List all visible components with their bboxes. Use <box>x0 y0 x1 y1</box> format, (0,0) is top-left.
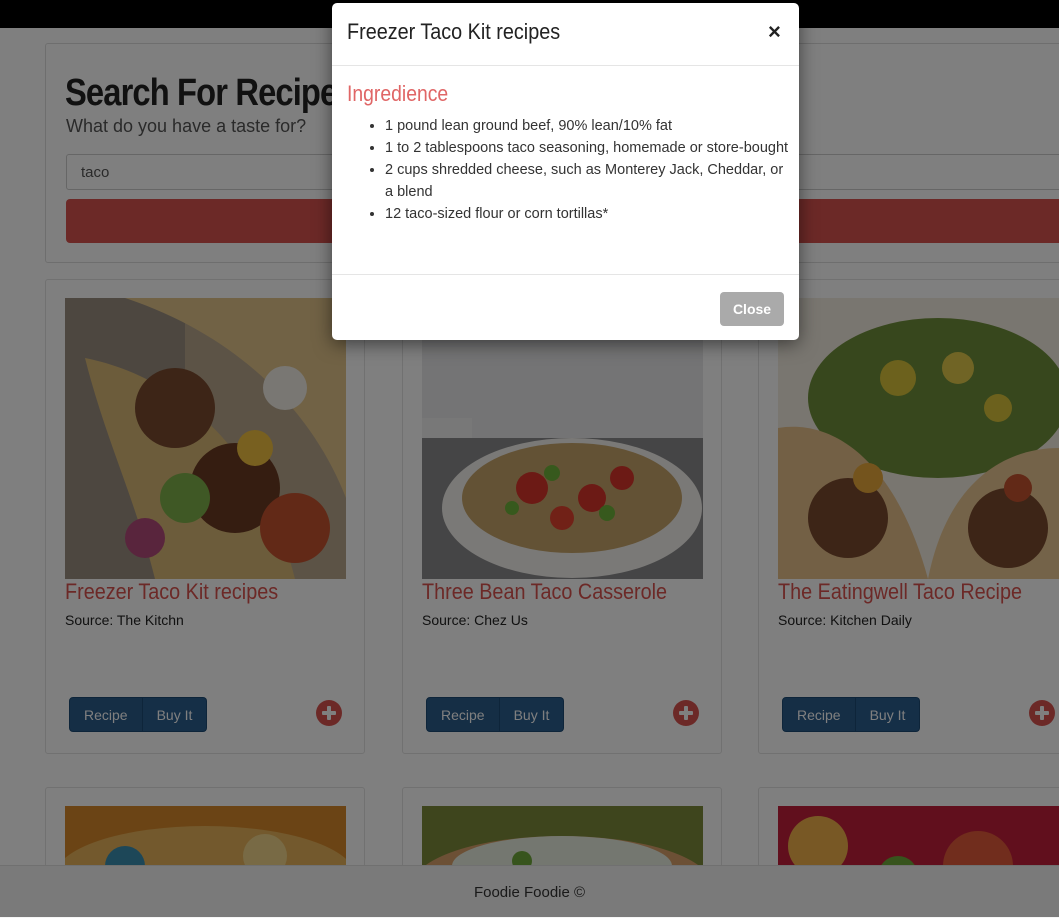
ingredients-heading: Ingredience <box>347 81 449 106</box>
close-icon[interactable]: × <box>768 21 781 43</box>
modal-footer: Close <box>332 274 799 340</box>
modal-title: Freezer Taco Kit recipes <box>347 19 561 44</box>
ingredients-list: 1 pound lean ground beef, 90% lean/10% f… <box>385 115 790 225</box>
ingredient-item: 1 to 2 tablespoons taco seasoning, homem… <box>385 137 790 159</box>
ingredient-item: 2 cups shredded cheese, such as Monterey… <box>385 159 790 203</box>
ingredients-modal: Freezer Taco Kit recipes × Ingredience 1… <box>332 3 799 340</box>
modal-header: Freezer Taco Kit recipes × <box>332 3 799 66</box>
ingredient-item: 1 pound lean ground beef, 90% lean/10% f… <box>385 115 790 137</box>
modal-body: Ingredience 1 pound lean ground beef, 90… <box>332 66 799 274</box>
ingredient-item: 12 taco-sized flour or corn tortillas* <box>385 203 790 225</box>
close-button[interactable]: Close <box>720 292 784 326</box>
